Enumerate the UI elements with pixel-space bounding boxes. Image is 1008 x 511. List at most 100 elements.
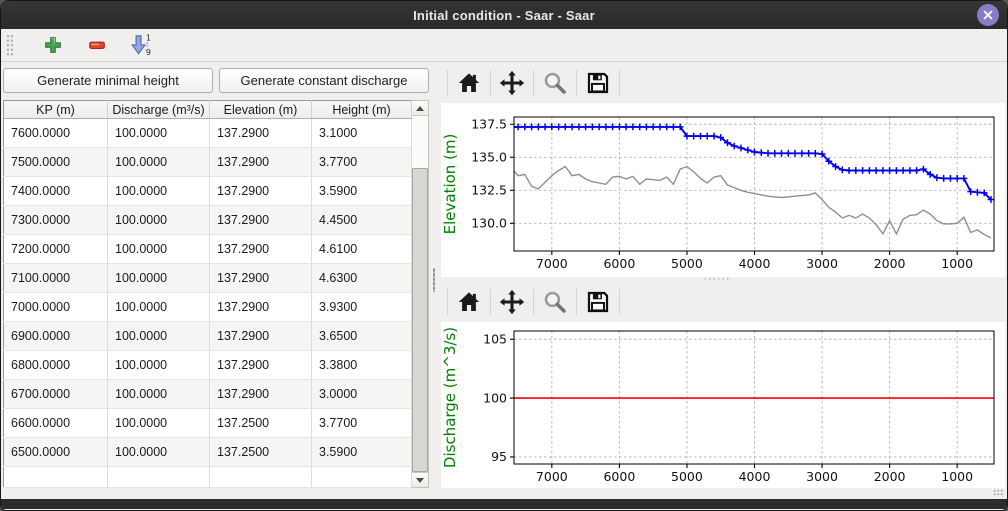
save-button[interactable] xyxy=(583,68,613,98)
resize-grip[interactable] xyxy=(993,489,1003,497)
table-cell[interactable]: 6700.0000 xyxy=(4,380,108,409)
elevation-plot[interactable]: 7000600050004000300020001000130.0132.513… xyxy=(441,103,1005,277)
svg-text:132.5: 132.5 xyxy=(471,182,507,197)
column-header-elevation[interactable]: Elevation (m) xyxy=(210,101,312,119)
svg-text:Discharge (m^3/s): Discharge (m^3/s) xyxy=(441,327,459,468)
table-cell[interactable]: 100.0000 xyxy=(108,235,210,264)
toolbar-separator xyxy=(533,289,534,315)
table-cell[interactable]: 3.0000 xyxy=(312,380,412,409)
zoom-button[interactable] xyxy=(540,287,570,317)
home-button[interactable] xyxy=(454,287,484,317)
column-header-kp[interactable]: KP (m) xyxy=(4,101,108,119)
svg-text:3000: 3000 xyxy=(806,256,838,271)
table-cell[interactable]: 4.6300 xyxy=(312,264,412,293)
table-cell[interactable]: 100.0000 xyxy=(108,293,210,322)
table-cell[interactable]: 6900.0000 xyxy=(4,322,108,351)
table-cell[interactable]: 137.2900 xyxy=(210,351,312,380)
pan-button[interactable] xyxy=(497,287,527,317)
table-cell[interactable]: 6600.0000 xyxy=(4,409,108,438)
svg-text:1000: 1000 xyxy=(941,469,973,484)
table-cell[interactable]: 7300.0000 xyxy=(4,206,108,235)
table-cell[interactable] xyxy=(312,467,412,488)
table-cell[interactable]: 3.7700 xyxy=(312,148,412,177)
table-cell[interactable]: 100.0000 xyxy=(108,438,210,467)
table-cell[interactable]: 4.6100 xyxy=(312,235,412,264)
scrollbar-down-button[interactable] xyxy=(412,472,428,487)
toolbar-drag-handle[interactable] xyxy=(6,34,14,56)
table-row: 7100.0000100.0000137.29004.6300 xyxy=(4,264,412,293)
close-button[interactable] xyxy=(977,4,999,26)
home-icon xyxy=(457,290,481,314)
table-cell[interactable]: 4.4500 xyxy=(312,206,412,235)
zoom-button[interactable] xyxy=(540,68,570,98)
table-cell[interactable]: 7500.0000 xyxy=(4,148,108,177)
table-cell[interactable] xyxy=(210,467,312,488)
table-cell[interactable]: 137.2900 xyxy=(210,380,312,409)
table-row: 6600.0000100.0000137.25003.7700 xyxy=(4,409,412,438)
table-cell[interactable]: 3.9300 xyxy=(312,293,412,322)
sort-numeric-icon: 1 9 xyxy=(130,34,152,56)
table-cell[interactable]: 100.0000 xyxy=(108,322,210,351)
title-bar[interactable]: Initial condition - Saar - Saar xyxy=(1,1,1007,29)
svg-text:135.0: 135.0 xyxy=(471,149,507,164)
table-cell[interactable]: 137.2900 xyxy=(210,119,312,148)
toolbar-separator xyxy=(619,70,620,96)
table-cell[interactable]: 6500.0000 xyxy=(4,438,108,467)
table-cell[interactable]: 7100.0000 xyxy=(4,264,108,293)
table-cell[interactable]: 137.2900 xyxy=(210,322,312,351)
table-cell[interactable]: 100.0000 xyxy=(108,409,210,438)
table-cell[interactable]: 3.5900 xyxy=(312,438,412,467)
scrollbar-track[interactable] xyxy=(412,116,428,472)
pan-button[interactable] xyxy=(497,68,527,98)
discharge-plot-toolbar xyxy=(441,277,1005,322)
scrollbar-up-button[interactable] xyxy=(412,101,428,116)
table-cell[interactable]: 6800.0000 xyxy=(4,351,108,380)
table-cell[interactable]: 100.0000 xyxy=(108,119,210,148)
save-button[interactable] xyxy=(583,287,613,317)
table-cell[interactable]: 137.2900 xyxy=(210,177,312,206)
generate-minimal-height-button[interactable]: Generate minimal height xyxy=(3,68,213,93)
table-cell[interactable]: 100.0000 xyxy=(108,206,210,235)
remove-row-button[interactable] xyxy=(82,32,112,59)
table-cell[interactable]: 3.1000 xyxy=(312,119,412,148)
window-bottom-edge xyxy=(1,499,1007,509)
initial-condition-table: KP (m) Discharge (m³/s) Elevation (m) He… xyxy=(3,100,412,488)
table-cell[interactable] xyxy=(108,467,210,488)
table-cell[interactable]: 100.0000 xyxy=(108,264,210,293)
table-cell[interactable]: 3.7700 xyxy=(312,409,412,438)
table-cell[interactable]: 137.2900 xyxy=(210,235,312,264)
table-cell[interactable]: 137.2900 xyxy=(210,148,312,177)
table-cell[interactable]: 3.6500 xyxy=(312,322,412,351)
window: Initial condition - Saar - Saar 1 xyxy=(0,0,1008,511)
table-cell[interactable]: 7400.0000 xyxy=(4,177,108,206)
column-header-height[interactable]: Height (m) xyxy=(312,101,412,119)
table-cell[interactable]: 137.2900 xyxy=(210,206,312,235)
table-cell[interactable]: 100.0000 xyxy=(108,177,210,206)
add-row-button[interactable] xyxy=(38,32,68,59)
table-cell[interactable]: 137.2500 xyxy=(210,438,312,467)
column-header-discharge[interactable]: Discharge (m³/s) xyxy=(108,101,210,119)
table-cell[interactable]: 3.5900 xyxy=(312,177,412,206)
table-cell[interactable]: 7600.0000 xyxy=(4,119,108,148)
table-cell[interactable]: 137.2900 xyxy=(210,264,312,293)
table-cell[interactable]: 137.2500 xyxy=(210,409,312,438)
home-button[interactable] xyxy=(454,68,484,98)
sort-rows-button[interactable]: 1 9 xyxy=(126,32,156,59)
table-cell[interactable]: 3.3800 xyxy=(312,351,412,380)
table-cell[interactable]: 7200.0000 xyxy=(4,235,108,264)
main-toolbar: 1 9 xyxy=(1,29,1007,62)
table-cell[interactable]: 100.0000 xyxy=(108,380,210,409)
panel-splitter[interactable] xyxy=(431,62,437,488)
table-cell[interactable] xyxy=(4,467,108,488)
generate-buttons-row: Generate minimal height Generate constan… xyxy=(1,62,431,100)
table-cell[interactable]: 100.0000 xyxy=(108,148,210,177)
generate-constant-discharge-button[interactable]: Generate constant discharge xyxy=(219,68,429,93)
toolbar-separator xyxy=(576,289,577,315)
scrollbar-thumb[interactable] xyxy=(412,168,428,472)
discharge-plot[interactable]: 700060005000400030002000100095100105Disc… xyxy=(441,322,1005,488)
table-cell[interactable]: 100.0000 xyxy=(108,351,210,380)
table-cell[interactable]: 137.2900 xyxy=(210,293,312,322)
table-cell[interactable]: 7000.0000 xyxy=(4,293,108,322)
table-body: 7600.0000100.0000137.29003.10007500.0000… xyxy=(4,119,412,488)
svg-text:7000: 7000 xyxy=(536,469,568,484)
